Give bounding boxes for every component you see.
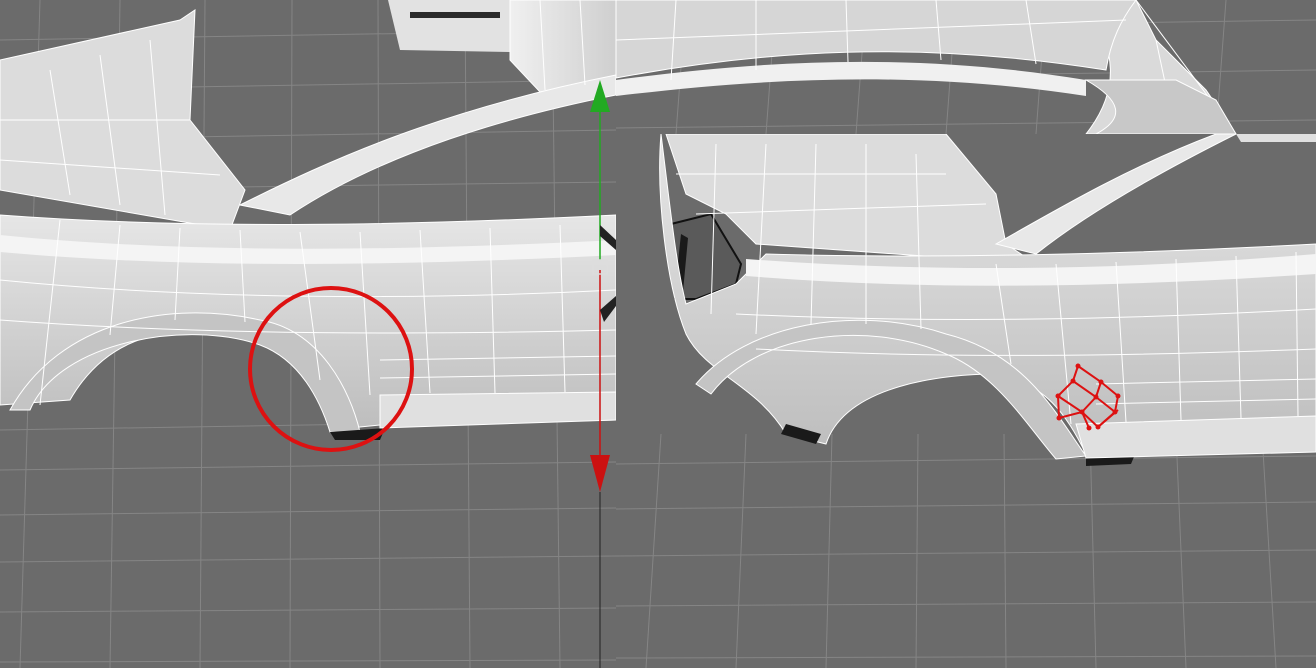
roof-edge — [1236, 134, 1316, 142]
roof-gap — [410, 12, 500, 18]
roof-fragment — [388, 0, 510, 52]
viewport-right[interactable] — [616, 134, 1316, 668]
roof-overflow-canvas — [616, 0, 1316, 134]
viewport-left[interactable] — [0, 0, 616, 668]
viewport-right-canvas[interactable] — [616, 134, 1316, 668]
side-skirt — [1075, 415, 1316, 459]
viewport-left-canvas[interactable] — [0, 0, 616, 668]
viewport-left-overflow — [616, 0, 1316, 134]
